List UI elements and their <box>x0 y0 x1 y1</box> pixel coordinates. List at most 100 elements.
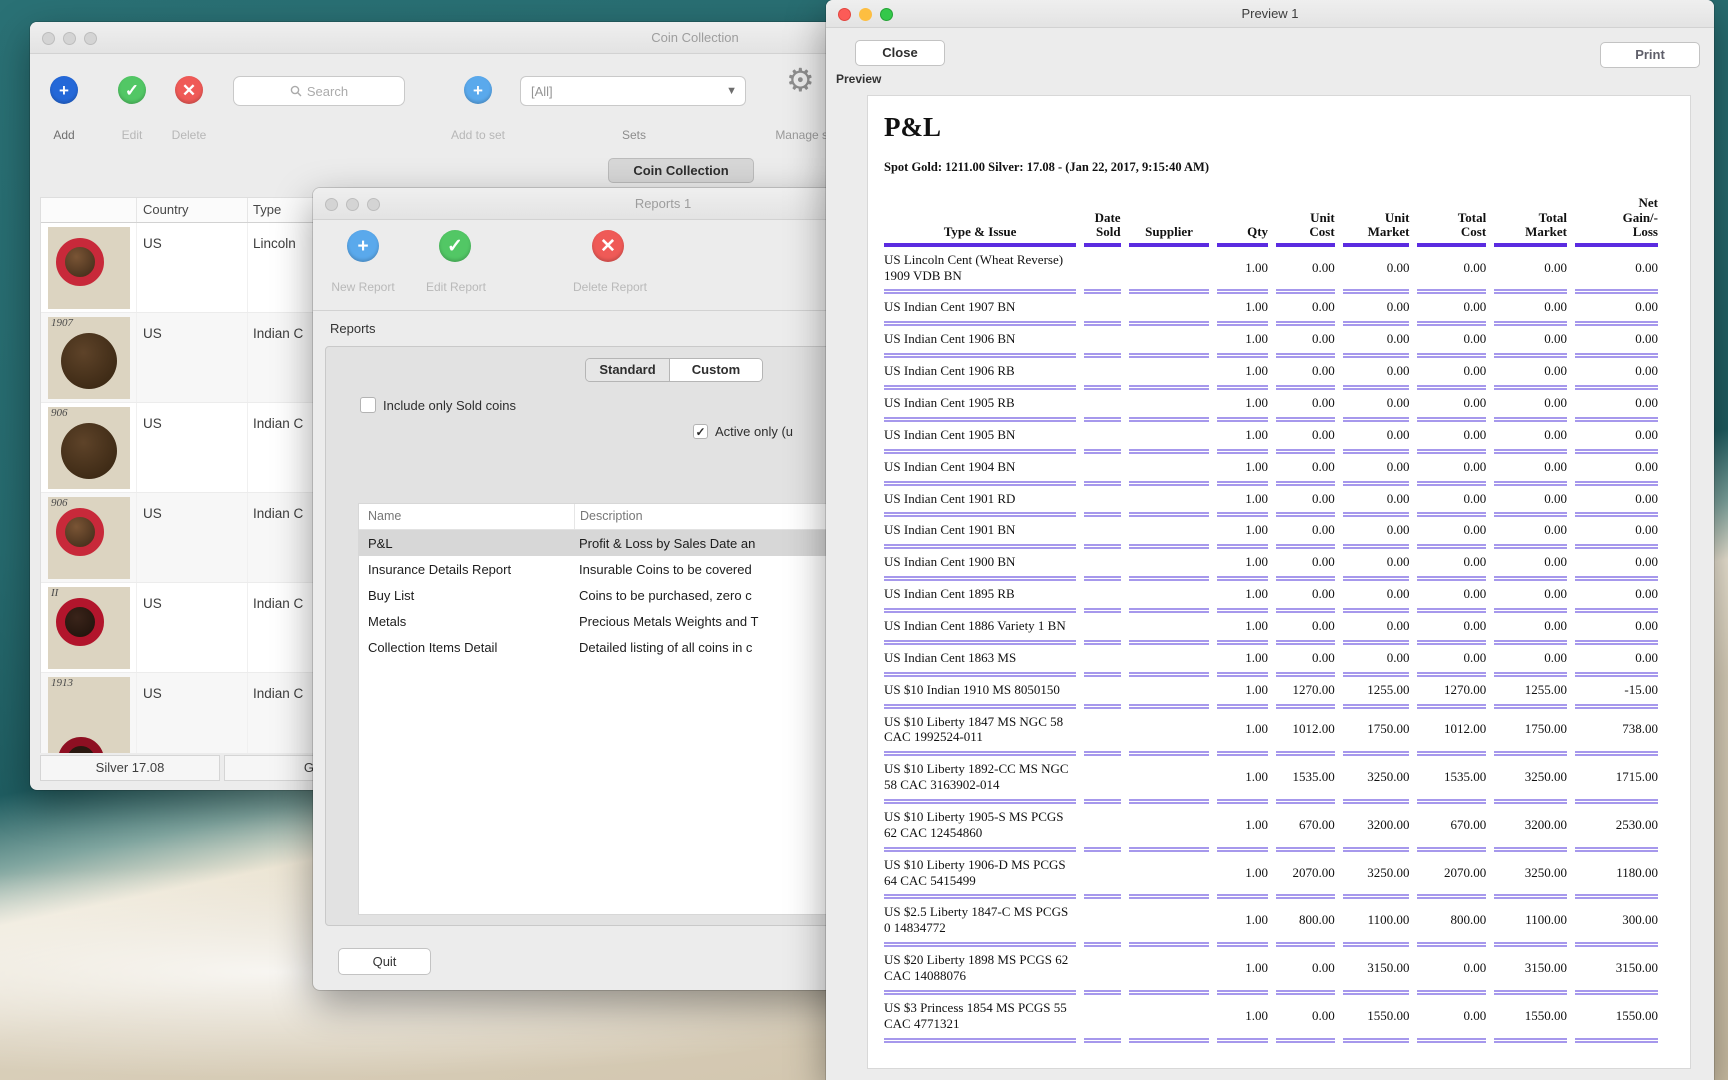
photo-handwritten-note: 1907 <box>51 317 73 329</box>
chevron-down-icon: ▼ <box>726 85 737 97</box>
pl-cell: 3150.00 <box>1494 947 1567 995</box>
pl-cell: 1.00 <box>1217 852 1268 900</box>
tab-custom[interactable]: Custom <box>670 359 762 381</box>
column-header-country[interactable]: Country <box>136 198 247 222</box>
pl-cell: 0.00 <box>1417 581 1486 613</box>
pl-cell: US Indian Cent 1900 BN <box>884 549 1076 581</box>
preview-window-titlebar[interactable]: Preview 1 <box>826 0 1714 28</box>
add-to-set-button[interactable]: + <box>464 76 492 104</box>
close-window-button[interactable] <box>42 32 55 45</box>
minimize-window-button[interactable] <box>859 8 872 21</box>
active-only-checkbox[interactable]: ✓ <box>693 424 708 439</box>
gear-icon[interactable]: ⚙ <box>786 64 815 96</box>
coin-photo: 1913 <box>48 677 130 753</box>
pl-cell: 0.00 <box>1494 422 1567 454</box>
pl-cell: 0.00 <box>1494 294 1567 326</box>
pl-cell <box>1084 899 1120 947</box>
plus-icon: + <box>473 82 483 99</box>
photo-handwritten-note: II <box>51 587 58 599</box>
pl-cell: 0.00 <box>1575 613 1658 645</box>
pl-cell: 1.00 <box>1217 390 1268 422</box>
pl-cell: 0.00 <box>1343 294 1410 326</box>
pl-cell: 1750.00 <box>1343 709 1410 757</box>
add-to-set-label: Add to set <box>451 128 505 142</box>
minimize-window-button[interactable] <box>346 198 359 211</box>
close-preview-button[interactable]: Close <box>855 40 945 66</box>
search-input[interactable]: Search <box>233 76 405 106</box>
pl-cell: 0.00 <box>1494 247 1567 295</box>
pl-cell: 1270.00 <box>1417 677 1486 709</box>
pl-table-body: US Lincoln Cent (Wheat Reverse) 1909 VDB… <box>884 247 1658 1043</box>
include-sold-checkbox[interactable] <box>360 397 376 413</box>
pl-cell: 1.00 <box>1217 517 1268 549</box>
active-only-label: Active only (u <box>715 424 793 439</box>
pl-cell <box>1129 756 1210 804</box>
pl-cell: 0.00 <box>1417 358 1486 390</box>
pl-cell: 0.00 <box>1276 454 1335 486</box>
add-coin-button[interactable]: + <box>50 76 78 104</box>
close-window-button[interactable] <box>325 198 338 211</box>
pl-cell: 0.00 <box>1494 486 1567 518</box>
pl-cell: 0.00 <box>1417 645 1486 677</box>
pl-row: US Indian Cent 1886 Variety 1 BN1.000.00… <box>884 613 1658 645</box>
pl-cell <box>1084 422 1120 454</box>
pl-cell: 1100.00 <box>1343 899 1410 947</box>
delete-report-button[interactable]: ✕ <box>592 230 624 262</box>
pl-cell <box>1084 756 1120 804</box>
new-report-button[interactable]: + <box>347 230 379 262</box>
pl-cell: 0.00 <box>1494 358 1567 390</box>
zoom-window-button[interactable] <box>880 8 893 21</box>
pl-cell: US $10 Liberty 1906-D MS PCGS 64 CAC 541… <box>884 852 1076 900</box>
pl-cell: 0.00 <box>1575 645 1658 677</box>
tab-coin-collection[interactable]: Coin Collection <box>608 158 754 183</box>
pl-cell: 0.00 <box>1494 454 1567 486</box>
report-subtitle: Spot Gold: 1211.00 Silver: 17.08 - (Jan … <box>884 160 1209 175</box>
minimize-window-button[interactable] <box>63 32 76 45</box>
print-button[interactable]: Print <box>1600 42 1700 68</box>
window-controls <box>42 32 97 45</box>
pl-cell: 1.00 <box>1217 645 1268 677</box>
pl-row: US Indian Cent 1901 RD1.000.000.000.000.… <box>884 486 1658 518</box>
pl-cell: 670.00 <box>1276 804 1335 852</box>
coin-image <box>56 508 104 556</box>
pl-column-header: Qty <box>1217 196 1268 247</box>
pl-cell: 1.00 <box>1217 613 1268 645</box>
quit-button[interactable]: Quit <box>338 948 431 975</box>
pl-cell: 0.00 <box>1343 454 1410 486</box>
coin-image <box>61 333 117 389</box>
pl-cell: 1.00 <box>1217 581 1268 613</box>
pl-table-head: Type & IssueDate SoldSupplierQtyUnit Cos… <box>884 196 1658 247</box>
pl-cell: 0.00 <box>1276 947 1335 995</box>
zoom-window-button[interactable] <box>84 32 97 45</box>
pl-cell: US $20 Liberty 1898 MS PCGS 62 CAC 14088… <box>884 947 1076 995</box>
edit-coin-button[interactable]: ✓ <box>118 76 146 104</box>
pl-cell <box>1084 326 1120 358</box>
pl-cell: -15.00 <box>1575 677 1658 709</box>
column-header-name[interactable]: Name <box>359 504 574 529</box>
pl-cell <box>1084 549 1120 581</box>
coin-photo-cell: 1907 <box>41 313 136 402</box>
pl-cell: 1.00 <box>1217 677 1268 709</box>
pl-cell: 1255.00 <box>1343 677 1410 709</box>
pl-cell: 1.00 <box>1217 247 1268 295</box>
pl-cell: US Indian Cent 1895 RB <box>884 581 1076 613</box>
pl-cell <box>1084 804 1120 852</box>
delete-coin-button[interactable]: ✕ <box>175 76 203 104</box>
photo-handwritten-note: 906 <box>51 497 68 509</box>
sets-dropdown[interactable]: [All] ▼ <box>520 76 746 106</box>
column-header-image[interactable] <box>41 198 136 222</box>
pl-cell <box>1129 517 1210 549</box>
pl-cell: 3200.00 <box>1343 804 1410 852</box>
pl-cell <box>1084 645 1120 677</box>
zoom-window-button[interactable] <box>367 198 380 211</box>
pl-cell <box>1084 486 1120 518</box>
pl-cell: 1.00 <box>1217 947 1268 995</box>
pl-cell: 0.00 <box>1276 549 1335 581</box>
close-window-button[interactable] <box>838 8 851 21</box>
tab-standard[interactable]: Standard <box>586 359 670 381</box>
pl-cell: 1.00 <box>1217 709 1268 757</box>
pl-cell: 0.00 <box>1276 486 1335 518</box>
edit-report-button[interactable]: ✓ <box>439 230 471 262</box>
pl-row: US Indian Cent 1906 RB1.000.000.000.000.… <box>884 358 1658 390</box>
pl-cell: 0.00 <box>1417 517 1486 549</box>
